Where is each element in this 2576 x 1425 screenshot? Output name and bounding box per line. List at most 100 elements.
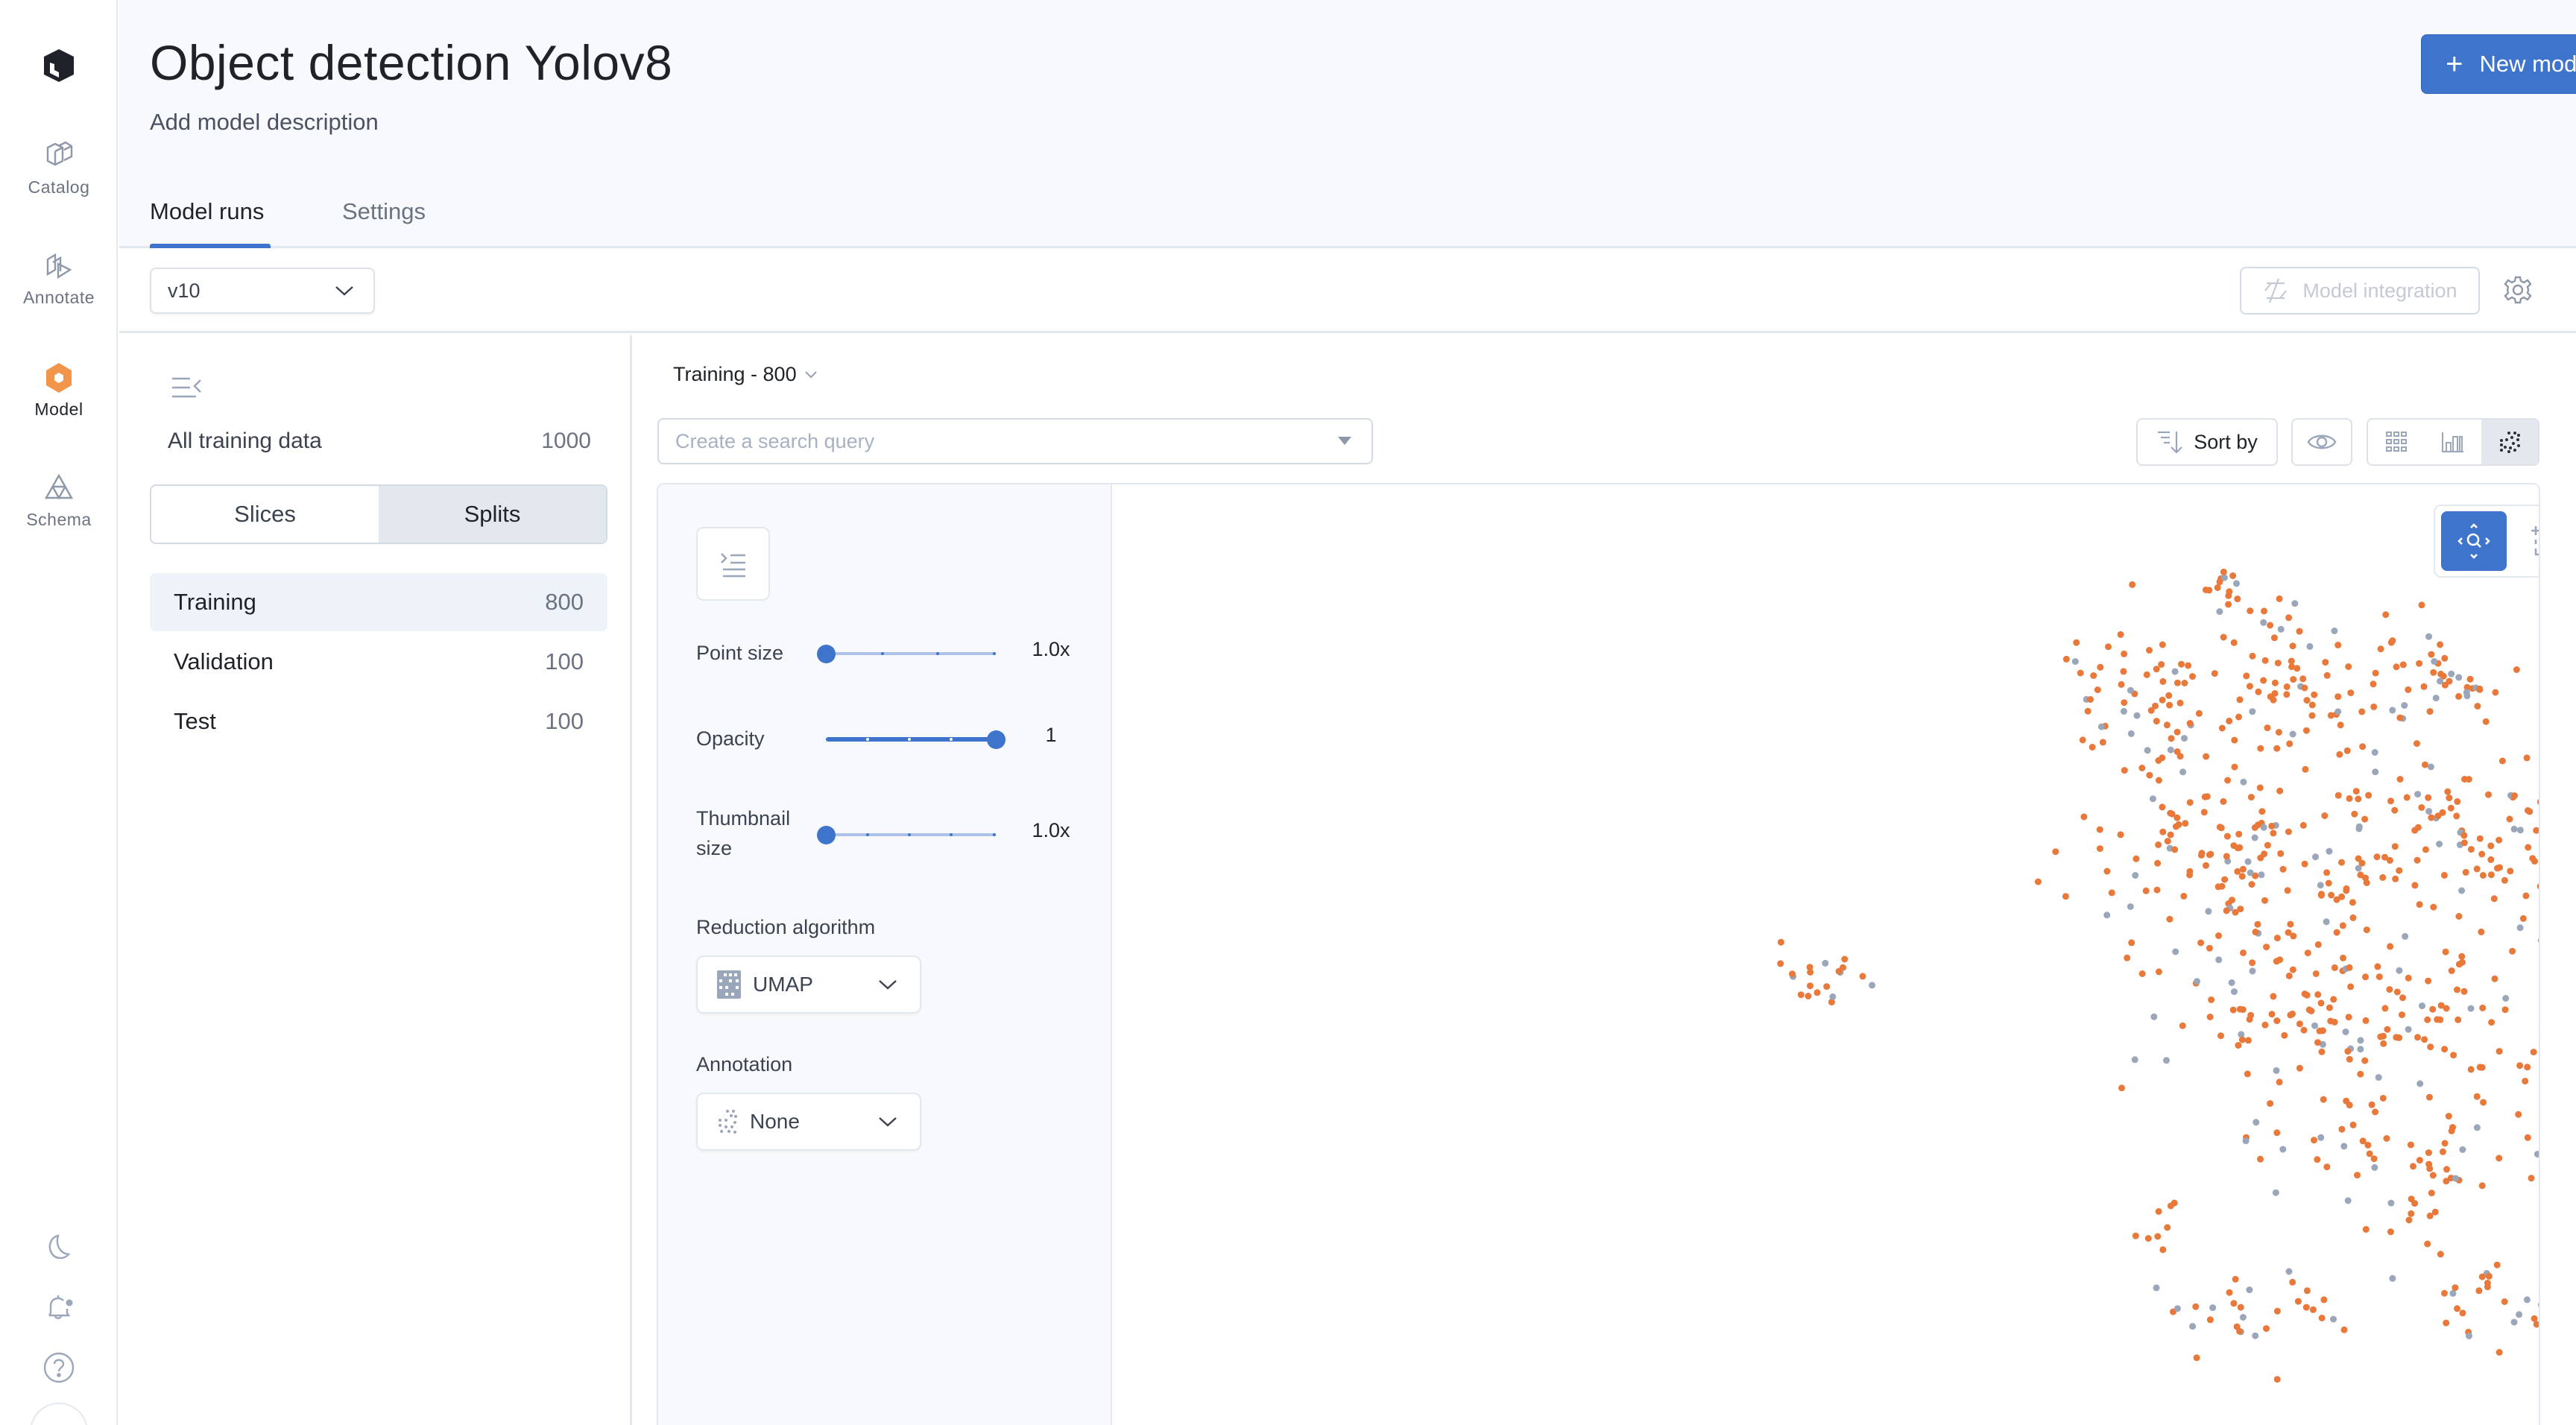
scatter-point-training[interactable] <box>2522 1078 2529 1085</box>
scatter-point-other[interactable] <box>2405 1026 2412 1033</box>
scatter-point-training[interactable] <box>2283 691 2291 698</box>
scatter-point-other[interactable] <box>2449 1289 2457 1297</box>
scatter-point-other[interactable] <box>2153 1284 2160 1292</box>
scatter-point-training[interactable] <box>2257 854 2264 862</box>
scatter-point-training[interactable] <box>2153 718 2160 725</box>
scatter-point-training[interactable] <box>2225 592 2232 599</box>
scatter-point-training[interactable] <box>2379 873 2387 881</box>
scatter-point-training[interactable] <box>2501 1298 2508 1305</box>
search-query-field[interactable] <box>657 418 1373 464</box>
scatter-point-training[interactable] <box>2274 660 2282 667</box>
scatter-point-training[interactable] <box>2270 830 2277 837</box>
scatter-point-training[interactable] <box>2174 679 2181 686</box>
scatter-point-other[interactable] <box>2317 1134 2325 1141</box>
scatter-point-other[interactable] <box>2291 600 2299 607</box>
scatter-point-training[interactable] <box>2370 1155 2378 1163</box>
scatter-point-training[interactable] <box>2478 928 2485 935</box>
scatter-point-training[interactable] <box>2285 828 2292 835</box>
scatter-point-training[interactable] <box>2403 794 2411 801</box>
scatter-point-training[interactable] <box>2154 1233 2162 1240</box>
scatter-point-other[interactable] <box>2396 967 2403 974</box>
scatter-point-training[interactable] <box>2372 669 2379 677</box>
scatter-point-training[interactable] <box>2474 703 2481 710</box>
scatter-point-other[interactable] <box>2401 702 2408 709</box>
scatter-point-training[interactable] <box>2147 707 2155 714</box>
scatter-point-training[interactable] <box>2090 672 2097 679</box>
scatter-point-training[interactable] <box>2516 1062 2524 1069</box>
scatter-point-training[interactable] <box>2465 776 2472 783</box>
help-button[interactable] <box>0 1350 118 1385</box>
scatter-point-training[interactable] <box>2234 844 2241 852</box>
scatter-point-other[interactable] <box>2459 1146 2466 1153</box>
scatter-point-training[interactable] <box>2153 666 2160 673</box>
scatter-point-training[interactable] <box>2159 696 2166 704</box>
scatter-point-training[interactable] <box>2362 1017 2370 1024</box>
scatter-point-training[interactable] <box>2220 797 2227 805</box>
scatter-point-training[interactable] <box>2347 983 2355 990</box>
scatter-point-training[interactable] <box>1823 983 1831 990</box>
scatter-point-training[interactable] <box>2268 822 2276 830</box>
scatter-point-training[interactable] <box>2536 799 2540 806</box>
scatter-point-training[interactable] <box>2117 831 2124 838</box>
scatter-point-other[interactable] <box>2344 1197 2352 1204</box>
scatter-point-other[interactable] <box>2189 1323 2197 1330</box>
scatter-point-training[interactable] <box>2478 1273 2486 1280</box>
scatter-point-training[interactable] <box>2317 999 2325 1007</box>
scatter-point-training[interactable] <box>2223 907 2230 914</box>
scatter-point-training[interactable] <box>2216 824 2223 831</box>
scatter-point-training[interactable] <box>2276 595 2283 602</box>
scatter-point-training[interactable] <box>2077 669 2084 677</box>
scatter-point-training[interactable] <box>2396 776 2404 783</box>
scatter-point-training[interactable] <box>2488 1019 2496 1026</box>
scatter-point-training[interactable] <box>2370 703 2378 710</box>
scatter-point-training[interactable] <box>2443 1319 2450 1327</box>
scatter-point-training[interactable] <box>2206 944 2213 952</box>
scatter-point-training[interactable] <box>2411 1200 2419 1207</box>
scatter-point-training[interactable] <box>2373 853 2381 861</box>
scatter-point-training[interactable] <box>2458 952 2466 960</box>
scatter-point-training[interactable] <box>2089 744 2096 751</box>
scatter-point-training[interactable] <box>2347 689 2355 697</box>
scatter-point-training[interactable] <box>2399 994 2406 1002</box>
scatter-point-training[interactable] <box>2352 788 2360 795</box>
scatter-point-training[interactable] <box>2216 578 2223 586</box>
annotation-select[interactable]: None <box>696 1093 921 1151</box>
scatter-point-training[interactable] <box>2285 929 2292 936</box>
chart-view-button[interactable] <box>2425 420 2481 464</box>
scatter-point-training[interactable] <box>2220 633 2227 641</box>
scatter-point-training[interactable] <box>2289 1010 2296 1017</box>
scatter-point-training[interactable] <box>2273 1376 2281 1383</box>
scatter-point-training[interactable] <box>2105 643 2112 651</box>
scatter-point-other[interactable] <box>1822 959 1829 967</box>
scatter-point-training[interactable] <box>2052 848 2059 856</box>
scatter-point-training[interactable] <box>2211 670 2218 677</box>
scatter-point-training[interactable] <box>2261 607 2267 615</box>
scatter-point-training[interactable] <box>2418 804 2425 811</box>
scatter-point-training[interactable] <box>2536 883 2540 890</box>
scatter-point-training[interactable] <box>1777 960 1784 967</box>
scatter-point-training[interactable] <box>2325 879 2332 887</box>
scatter-point-training[interactable] <box>2345 663 2352 670</box>
scatter-point-other[interactable] <box>2326 847 2333 855</box>
scatter-point-other[interactable] <box>2330 1315 2337 1323</box>
scatter-point-training[interactable] <box>2337 721 2344 729</box>
scatter-point-training[interactable] <box>2391 843 2399 850</box>
scatter-point-training[interactable] <box>2294 665 2301 672</box>
scatter-point-training[interactable] <box>2237 906 2244 913</box>
scatter-point-other[interactable] <box>2436 841 2443 847</box>
scatter-point-other[interactable] <box>2167 746 2174 753</box>
scatter-point-other[interactable] <box>2251 834 2258 841</box>
scatter-point-training[interactable] <box>2428 1189 2435 1197</box>
scatter-point-other[interactable] <box>2425 633 2432 640</box>
scatter-point-training[interactable] <box>2450 1052 2457 1059</box>
scatter-point-training[interactable] <box>2301 860 2308 868</box>
scatter-point-training[interactable] <box>2396 867 2403 874</box>
scatter-point-training[interactable] <box>2359 743 2367 751</box>
scatter-point-training[interactable] <box>2254 920 2261 928</box>
scatter-point-other[interactable] <box>2372 768 2379 776</box>
scatter-point-training[interactable] <box>2334 693 2342 701</box>
scatter-point-training[interactable] <box>2447 804 2455 812</box>
scatter-point-training[interactable] <box>2094 686 2101 694</box>
scatter-point-training[interactable] <box>2418 601 2425 609</box>
scatter-point-training[interactable] <box>2273 1017 2281 1025</box>
